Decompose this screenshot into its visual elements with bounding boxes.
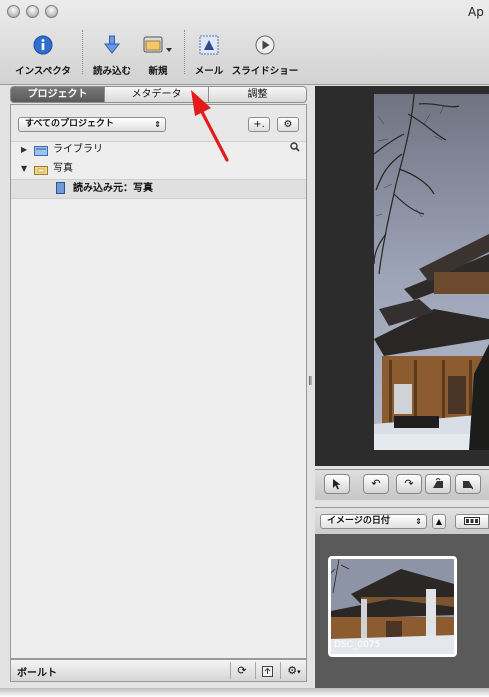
projects-filter-bar: すべてのプロジェクト ⇕ +. ⚙ <box>11 105 306 142</box>
triangle-up-icon: ▲ <box>435 517 443 526</box>
inspector-button[interactable]: インスペクタ <box>15 34 71 77</box>
import-arrow-icon <box>100 34 124 56</box>
import-label: 読み込む <box>92 66 132 77</box>
new-button[interactable]: 新規 <box>143 34 173 77</box>
window-toolbar: Ap インスペクタ 読み込む 新規 メール スライドショー <box>0 0 489 85</box>
tree-item-label: ライブラリ <box>53 144 103 155</box>
new-project-icon <box>143 34 173 56</box>
rotate-right-icon: ↷ <box>404 477 414 490</box>
updown-arrows-icon: ⇕ <box>415 517 422 526</box>
app-window: Ap インスペクタ 読み込む 新規 メール スライドショー プロジェクト メタデ… <box>0 0 489 690</box>
toolbar-separator <box>184 30 185 74</box>
tab-projects[interactable]: プロジェクト <box>10 86 105 103</box>
splitter-handle[interactable]: ‖ <box>308 376 313 388</box>
image-browser: DSC_0075 <box>315 534 489 690</box>
projects-filter-value: すべてのプロジェクト <box>25 119 115 129</box>
library-folder-icon <box>34 145 48 156</box>
sort-direction-button[interactable]: ▲ <box>432 514 446 529</box>
panel-bottom-bar: ボールト ⟳ ⚙▾ <box>10 659 307 682</box>
tree-item-import-album[interactable]: 読み込み元：写真 <box>11 179 306 199</box>
viewer-photo <box>374 94 489 450</box>
gear-icon: ⚙ <box>287 664 298 677</box>
new-label: 新規 <box>148 66 168 77</box>
rotate-right-button[interactable]: ↷ <box>396 474 422 494</box>
filmstrip-icon <box>464 516 480 527</box>
image-thumbnail[interactable]: DSC_0075 <box>328 556 457 657</box>
annotation-arrow-icon <box>191 90 229 162</box>
lift-icon <box>431 477 445 490</box>
inspector-label: インスペクタ <box>15 66 71 77</box>
stamp-icon <box>461 477 475 490</box>
projects-filter-select[interactable]: すべてのプロジェクト ⇕ <box>18 117 166 132</box>
pointer-arrow-icon <box>332 477 342 490</box>
projects-panel: すべてのプロジェクト ⇕ +. ⚙ ▶ ライブラリ ▼ 写真 読み込み元：写真 <box>10 104 307 659</box>
stamp-tool-button[interactable] <box>455 474 481 494</box>
rotate-left-icon: ↶ <box>371 477 381 490</box>
close-window-button[interactable] <box>7 5 20 18</box>
slideshow-label: スライドショー <box>231 66 299 77</box>
zoom-window-button[interactable] <box>45 5 58 18</box>
sort-select[interactable]: イメージの日付 ⇕ <box>320 514 427 529</box>
album-icon <box>56 182 65 194</box>
tree-item-photos[interactable]: ▼ 写真 <box>11 160 306 178</box>
tree-item-label: 写真 <box>53 163 73 174</box>
gear-icon: ⚙ <box>283 119 293 130</box>
info-icon <box>31 34 55 56</box>
tree-item-library[interactable]: ▶ ライブラリ <box>11 141 306 159</box>
updown-arrows-icon: ⇕ <box>154 120 161 129</box>
window-shadow <box>0 688 489 697</box>
image-viewer <box>315 86 489 466</box>
import-button[interactable]: 読み込む <box>93 34 131 77</box>
search-icon[interactable] <box>290 141 300 159</box>
window-title: Ap <box>468 5 484 19</box>
mail-stamp-icon <box>197 34 221 56</box>
tree-item-label: 読み込み元：写真 <box>73 183 153 194</box>
browser-toolbar: イメージの日付 ⇕ ▲ <box>315 507 489 535</box>
rotate-left-button[interactable]: ↶ <box>363 474 389 494</box>
thumbnail-caption: DSC_0075 <box>334 640 381 650</box>
mail-label: メール <box>194 66 224 77</box>
panel-tabs: プロジェクト メタデータ 調整 <box>10 86 307 104</box>
slideshow-button[interactable]: スライドショー <box>232 34 298 77</box>
lift-tool-button[interactable] <box>425 474 451 494</box>
refresh-icon: ⟳ <box>237 664 247 677</box>
minimize-window-button[interactable] <box>26 5 39 18</box>
vault-label: ボールト <box>17 668 57 679</box>
viewer-toolbar: ↶ ↷ <box>315 469 489 500</box>
project-folder-icon <box>34 164 48 175</box>
projects-action-button[interactable]: ⚙ <box>277 117 299 132</box>
vault-icon <box>261 664 273 677</box>
disclosure-collapsed-icon: ▶ <box>21 145 28 154</box>
toolbar-separator <box>82 30 83 74</box>
disclosure-expanded-icon: ▼ <box>21 164 28 173</box>
grid-view-button[interactable] <box>455 514 489 529</box>
select-tool-button[interactable] <box>324 474 350 494</box>
add-project-button[interactable]: +. <box>248 117 270 132</box>
sort-value: イメージの日付 <box>327 516 390 526</box>
vault-add-button[interactable] <box>255 662 278 679</box>
play-icon <box>253 34 277 56</box>
vault-action-button[interactable]: ⚙▾ <box>280 662 307 679</box>
mail-button[interactable]: メール <box>195 34 223 77</box>
vault-refresh-button[interactable]: ⟳ <box>230 662 253 679</box>
